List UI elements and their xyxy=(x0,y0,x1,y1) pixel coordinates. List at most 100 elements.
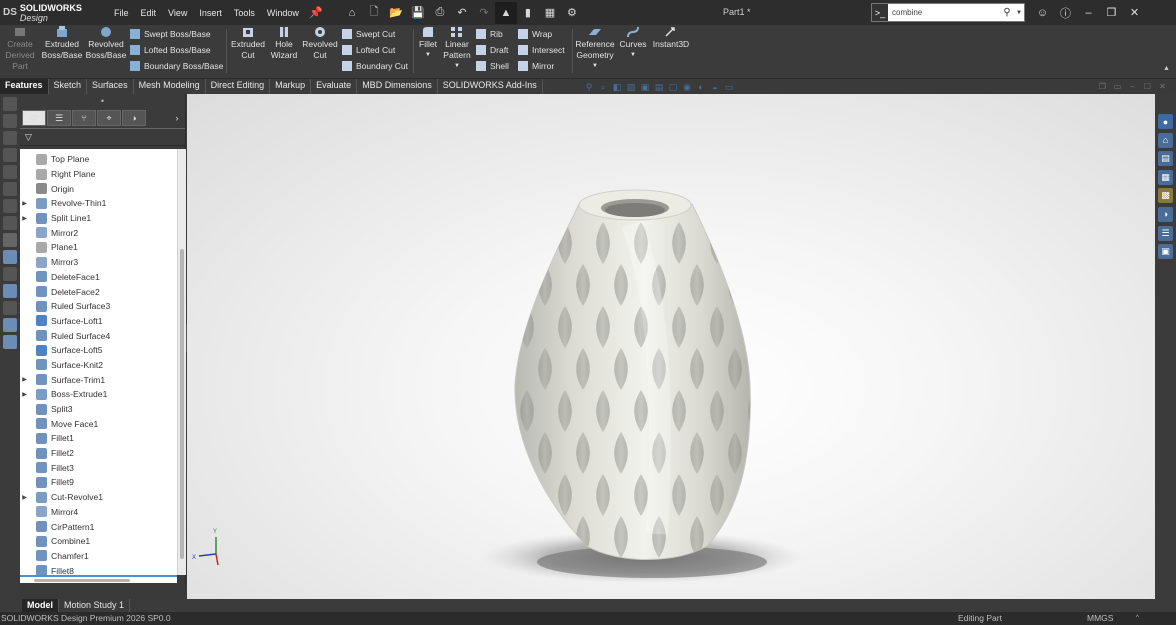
offset-entities-icon[interactable] xyxy=(3,250,17,264)
scrollbar-thumb[interactable] xyxy=(180,249,184,559)
filter-icon[interactable]: ▽ xyxy=(25,132,32,142)
tree-item[interactable]: Fillet9 xyxy=(20,475,177,490)
line-tool-icon[interactable] xyxy=(3,131,17,145)
graphics-area[interactable]: Y X xyxy=(187,94,1155,599)
revolved-boss-button[interactable]: Revolved Boss/Base xyxy=(85,26,127,61)
tree-item[interactable]: ▶ Split Line1 xyxy=(20,211,177,226)
zoom-to-fit-icon[interactable]: ⚲ xyxy=(582,80,596,94)
tree-item[interactable]: Ruled Surface3 xyxy=(20,299,177,314)
vase-model[interactable] xyxy=(482,189,780,560)
boundary-cut-button[interactable]: Boundary Cut xyxy=(342,58,408,73)
edit-appearance-icon[interactable]: ◐ xyxy=(694,80,708,94)
configuration-manager-icon[interactable]: ⑂ xyxy=(72,110,96,126)
tree-item[interactable]: Split3 xyxy=(20,402,177,417)
tree-item[interactable]: CirPattern1 xyxy=(20,519,177,534)
model-canvas[interactable]: Y X xyxy=(187,94,1155,599)
feature-manager-tree-icon[interactable]: ⚙ xyxy=(22,110,46,126)
tree-item[interactable]: Mirror3 xyxy=(20,255,177,270)
save-icon[interactable]: 💾 xyxy=(407,2,429,24)
menu-view[interactable]: View xyxy=(162,8,193,18)
design-library-icon[interactable]: ⌂ xyxy=(1158,132,1173,148)
status-units[interactable]: MMGS xyxy=(1087,612,1113,625)
close-icon[interactable]: ✕ xyxy=(1123,2,1146,23)
tab-features[interactable]: Features xyxy=(0,79,49,94)
curves-dropdown-icon[interactable]: ▼ xyxy=(618,50,648,61)
hide-show-items-icon[interactable]: ◉ xyxy=(680,80,694,94)
collaboration-icon[interactable]: ▣ xyxy=(1158,244,1173,260)
expand-arrow-icon[interactable]: ▶ xyxy=(20,215,29,222)
file-properties-icon[interactable]: ▦ xyxy=(539,2,561,24)
tab-direct-editing[interactable]: Direct Editing xyxy=(206,79,271,94)
search-input[interactable]: combine xyxy=(888,8,1000,17)
smart-dimension-icon[interactable] xyxy=(3,114,17,128)
viewport-minimize-icon[interactable]: – xyxy=(1125,82,1140,91)
instant3d-button[interactable]: Instant3D xyxy=(651,26,691,50)
mirror-entities-icon[interactable] xyxy=(3,267,17,281)
user-account-icon[interactable]: ☺ xyxy=(1031,2,1054,23)
tree-item[interactable]: Fillet3 xyxy=(20,460,177,475)
custom-properties-icon[interactable]: ◑ xyxy=(1158,206,1173,222)
wrap-button[interactable]: Wrap xyxy=(518,26,552,41)
options-gear-icon[interactable]: ⚙ xyxy=(561,2,583,24)
search-icon[interactable]: ⚲ xyxy=(1000,7,1014,18)
restore-icon[interactable]: ❐ xyxy=(1100,2,1123,23)
convert-entities-icon[interactable] xyxy=(3,233,17,247)
tree-item[interactable]: Fillet8 xyxy=(20,563,177,575)
view-settings-icon[interactable]: ▭ xyxy=(722,80,736,94)
tab-motion-study-1[interactable]: Motion Study 1 xyxy=(59,599,131,612)
apply-scene-icon[interactable]: ◒ xyxy=(708,80,722,94)
collapse-chevron-icon[interactable]: ▲ xyxy=(1163,65,1170,72)
previous-view-icon[interactable]: ◧ xyxy=(610,80,624,94)
boundary-boss-button[interactable]: Boundary Boss/Base xyxy=(130,58,223,73)
tree-vertical-scrollbar[interactable] xyxy=(177,149,186,575)
viewport-close-icon[interactable]: ✕ xyxy=(1155,82,1170,91)
circle-tool-icon[interactable] xyxy=(3,165,17,179)
extruded-boss-button[interactable]: Extruded Boss/Base xyxy=(40,26,84,61)
chevron-down-icon[interactable]: ▼ xyxy=(1014,10,1024,16)
swept-cut-button[interactable]: Swept Cut xyxy=(342,26,395,41)
revolved-cut-button[interactable]: Revolved Cut xyxy=(301,26,339,61)
menu-window[interactable]: Window xyxy=(261,8,305,18)
view-orientation-icon[interactable]: ▤ xyxy=(652,80,666,94)
chevron-right-icon[interactable]: › xyxy=(170,110,184,126)
tab-solidworks-add-ins[interactable]: SOLIDWORKS Add-Ins xyxy=(438,79,543,94)
section-view-icon[interactable]: ▨ xyxy=(624,80,638,94)
tab-mesh-modeling[interactable]: Mesh Modeling xyxy=(134,79,206,94)
new-document-icon[interactable]: 🗋 xyxy=(363,2,385,24)
rectangle-tool-icon[interactable] xyxy=(3,148,17,162)
menu-tools[interactable]: Tools xyxy=(228,8,261,18)
menu-insert[interactable]: Insert xyxy=(193,8,228,18)
tab-model[interactable]: Model xyxy=(22,599,59,612)
tree-item[interactable]: ▶ Surface-Trim1 xyxy=(20,372,177,387)
dimxpert-manager-icon[interactable]: ⌖ xyxy=(97,110,121,126)
panel-grip[interactable]: • xyxy=(20,94,185,110)
expand-arrow-icon[interactable]: ▶ xyxy=(20,376,29,383)
tree-item[interactable]: Move Face1 xyxy=(20,416,177,431)
tree-item[interactable]: Origin xyxy=(20,181,177,196)
tab-surfaces[interactable]: Surfaces xyxy=(87,79,134,94)
tab-evaluate[interactable]: Evaluate xyxy=(311,79,358,94)
home-icon[interactable]: ⌂ xyxy=(341,2,363,24)
expand-arrow-icon[interactable]: ▶ xyxy=(20,494,29,501)
tree-item[interactable]: DeleteFace2 xyxy=(20,284,177,299)
scrollbar-thumb[interactable] xyxy=(34,579,130,582)
tree-item[interactable]: Fillet2 xyxy=(20,446,177,461)
solidworks-forum-icon[interactable]: ☰ xyxy=(1158,225,1173,241)
dynamic-annotation-icon[interactable]: ▣ xyxy=(638,80,652,94)
help-icon[interactable]: ⓘ xyxy=(1054,2,1077,23)
undo-icon[interactable]: ↶ xyxy=(451,2,473,24)
tree-item[interactable]: Mirror4 xyxy=(20,505,177,520)
tree-item[interactable]: Combine1 xyxy=(20,534,177,549)
shell-button[interactable]: Shell xyxy=(476,58,509,73)
viewport-tile-icon[interactable]: ▭ xyxy=(1110,82,1125,91)
repair-sketch-icon[interactable] xyxy=(3,335,17,349)
view-palette-icon[interactable]: ▦ xyxy=(1158,169,1173,185)
filter-row[interactable]: ▽ xyxy=(20,128,185,146)
tree-item[interactable]: Plane1 xyxy=(20,240,177,255)
tree-horizontal-scrollbar[interactable] xyxy=(20,575,177,583)
tree-item[interactable]: ▶ Boss-Extrude1 xyxy=(20,387,177,402)
tab-mbd-dimensions[interactable]: MBD Dimensions xyxy=(357,79,438,94)
tree-item[interactable]: Mirror2 xyxy=(20,225,177,240)
sketch-tool-icon[interactable] xyxy=(3,97,17,111)
menu-file[interactable]: File xyxy=(108,8,135,18)
